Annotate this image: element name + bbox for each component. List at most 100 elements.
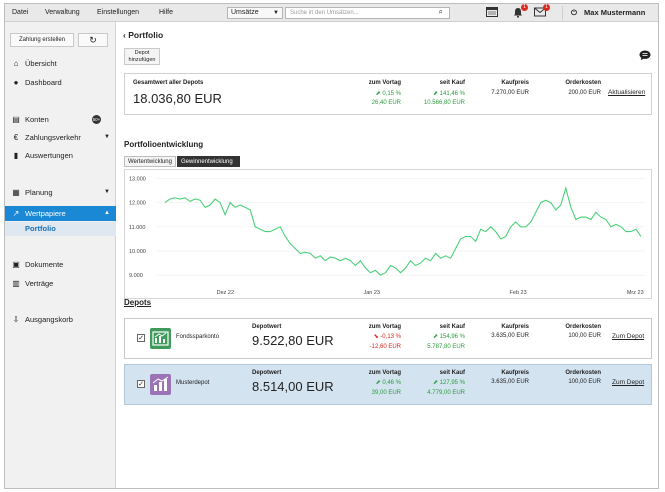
sidebar-item-vertraege[interactable]: ▥ Verträge [5,276,116,291]
sidebar-item-label: Ausgangskorb [25,315,73,324]
x-tick-label: Feb 23 [510,290,527,296]
depot-kaufpreis-header: Kaufpreis [501,370,529,376]
page-title-text: Portfolio [128,30,164,40]
y-tick-label: 11.000 [129,225,145,231]
summary-kaufpreis: 7.270,00 EUR [491,90,529,96]
chat-icon[interactable] [639,50,651,61]
add-depot-button[interactable]: Depot hinzufügen [124,48,160,65]
depot-vortag-eur: -12,60 EUR [369,344,401,350]
sidebar-item-wertpapiere[interactable]: ↗ Wertpapiere ▲ [5,206,116,221]
search-category-value: Umsätze [231,9,259,16]
menu-verwaltung[interactable]: Verwaltung [45,9,80,16]
depot-name: Musterdepot [176,380,210,386]
sidebar-item-label: Auswertungen [25,151,73,160]
depot-seitkauf-header: seit Kauf [439,370,465,376]
depot-vortag-header: zum Vortag [368,370,401,376]
chevron-down-icon: ▼ [104,189,110,195]
line-chart: 13.000 12.000 11.000 10.000 9.000 Dez 22 Jan 2… [129,176,645,296]
summary-vortag-pct: ⬈ 0,15 % [375,91,401,97]
depot-card-fondssparkonto: ✓ Fondssparkonto Depotwert 9.522,80 EUR … [124,318,652,359]
depot-orderkosten: 100,00 EUR [568,379,601,385]
notification-badge: 1 [521,4,528,11]
depot-seitkauf-eur: 5.787,80 EUR [427,344,465,350]
transfer-icon: € [13,133,19,142]
col-vortag-header: zum Vortag [368,80,401,86]
sidebar-item-label: Wertpapiere [25,209,66,218]
chevron-down-icon: ▼ [104,134,110,140]
depot-checkbox[interactable]: ✓ [137,334,145,342]
search-icon[interactable]: ⌕ [439,7,443,17]
depot-orderkosten-header: Orderkosten [565,324,601,330]
col-orderkosten-header: Orderkosten [565,80,601,86]
power-icon[interactable]: ⏻ [571,8,577,17]
depot-seitkauf-pct: ⬈ 127,95 % [432,380,465,386]
sidebar: Zahlung erstellen ↻ ⌂ Übersicht ● Dashbo… [5,22,116,488]
y-tick-label: 13.000 [129,176,146,182]
y-tick-label: 12.000 [129,201,146,207]
portfolio-chart: 13.000 12.000 11.000 10.000 9.000 Dez 22 Jan 2… [124,169,652,299]
search-category-select[interactable]: Umsätze ▼ [227,7,283,19]
refresh-icon: ↻ [89,35,97,45]
depot-link[interactable]: Zum Depot [612,379,644,386]
depot-kaufpreis: 3.635,00 EUR [491,379,529,385]
col-seitkauf-header: seit Kauf [439,80,465,86]
menu-datei[interactable]: Datei [12,9,28,16]
accounts-count-badge: 50+ [92,115,101,124]
home-icon: ⌂ [13,59,19,68]
user-menu[interactable]: ⏻ Max Mustermann [562,6,658,20]
menu-hilfe[interactable]: Hilfe [159,9,173,16]
depot-checkbox[interactable]: ✓ [137,380,145,388]
sidebar-item-dashboard[interactable]: ● Dashboard [5,75,116,90]
depot-chart-icon [150,374,171,395]
menu-einstellungen[interactable]: Einstellungen [97,9,139,16]
depot-link[interactable]: Zum Depot [612,333,644,340]
sidebar-item-ausgangskorb[interactable]: ⇩ Ausgangskorb [5,312,116,327]
y-tick-label: 10.000 [129,249,146,255]
y-tick-label: 9.000 [129,273,143,279]
sidebar-item-auswertungen[interactable]: ▮ Auswertungen [5,148,116,163]
depot-value-label: Depotwert [252,324,282,330]
main-content: ‹ Portfolio Depot hinzufügen Gesamtwert … [117,22,658,488]
contracts-icon: ▥ [12,279,20,288]
depot-value: 9.522,80 EUR [252,333,334,348]
x-tick-label: Dez 22 [217,290,234,296]
sidebar-subitem-portfolio[interactable]: Portfolio [5,222,116,236]
refresh-link[interactable]: Aktualisieren [608,89,645,96]
depot-seitkauf-pct: ⬈ 154,96 % [432,334,465,340]
message-badge: 1 [543,4,550,11]
depots-title: Depots [124,298,152,307]
sidebar-item-zahlungsverkehr[interactable]: € Zahlungsverkehr ▼ [5,130,116,145]
calendar-icon[interactable] [485,7,499,19]
tab-wertentwicklung[interactable]: Wertentwicklung [124,156,176,167]
sidebar-item-uebersicht[interactable]: ⌂ Übersicht [5,56,116,71]
sidebar-item-planung[interactable]: ▦ Planung ▼ [5,185,116,200]
sidebar-item-konten[interactable]: ▤ Konten 50+ [5,112,116,127]
sidebar-item-label: Planung [25,188,53,197]
refresh-button[interactable]: ↻ [78,33,108,47]
page-title: ‹ Portfolio [123,30,163,40]
bar-chart-icon: ▮ [13,151,19,160]
sidebar-item-label: Übersicht [25,59,57,68]
create-payment-button[interactable]: Zahlung erstellen [10,33,74,47]
stocks-icon: ↗ [12,209,20,218]
search-input[interactable]: Suche in den Umsätzen... ⌕ [285,7,450,19]
depot-orderkosten-header: Orderkosten [565,370,601,376]
depot-value-label: Depotwert [252,370,282,376]
sidebar-item-label: Zahlungsverkehr [25,133,81,142]
app-window: Datei Verwaltung Einstellungen Hilfe Ums… [4,3,659,489]
bell-icon[interactable]: 1 [511,4,528,19]
tab-gewinnentwicklung[interactable]: Gewinnentwicklung [177,156,240,167]
mail-icon[interactable]: 1 [533,4,550,19]
menubar: Datei Verwaltung Einstellungen Hilfe Ums… [5,4,658,22]
series-line [164,186,642,276]
depot-kaufpreis-header: Kaufpreis [501,324,529,330]
dashboard-icon: ● [13,78,19,87]
depot-seitkauf-eur: 4.779,00 EUR [427,390,465,396]
development-title: Portfolioentwicklung [124,140,204,149]
back-chevron-icon[interactable]: ‹ [123,30,126,40]
depot-value: 8.514,00 EUR [252,379,334,394]
depot-card-musterdepot: ✓ Musterdepot Depotwert 8.514,00 EUR zum… [124,364,652,405]
sidebar-item-dokumente[interactable]: ▣ Dokumente [5,257,116,272]
summary-seitkauf-eur: 10.566,80 EUR [423,100,465,106]
documents-icon: ▣ [12,260,20,269]
